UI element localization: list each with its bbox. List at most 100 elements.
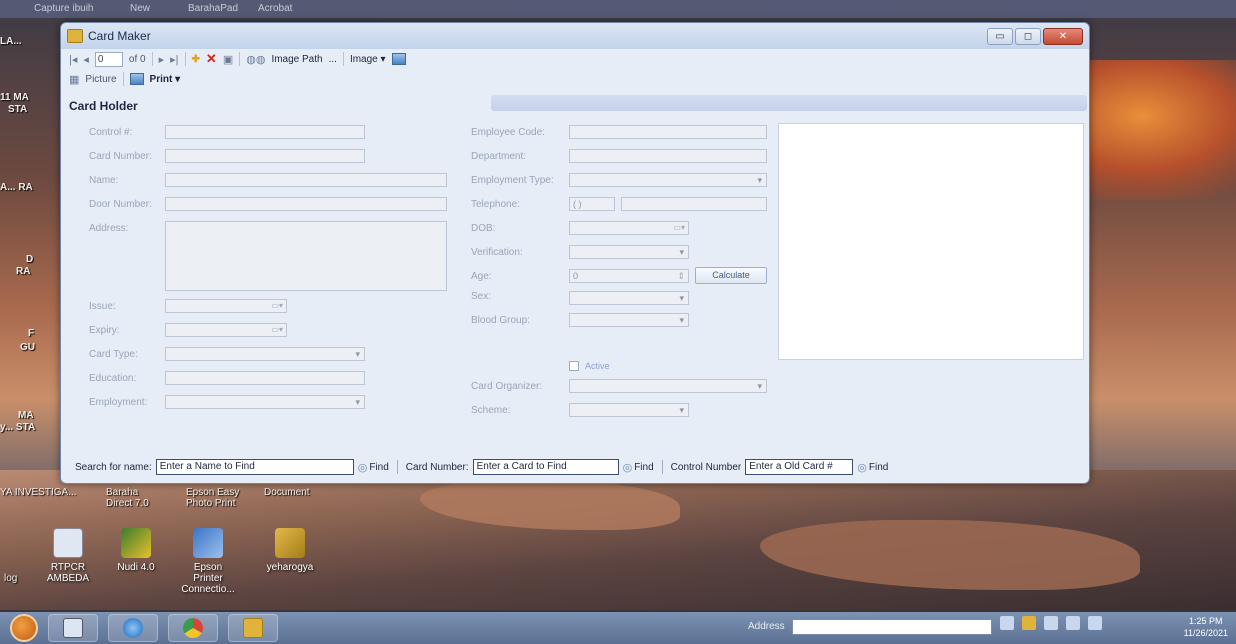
image-path-browse-button[interactable]: ...	[329, 54, 337, 65]
desktop-left-label: log	[4, 573, 18, 584]
print-button[interactable]: Print ▾	[150, 74, 181, 85]
search-card-label: Card Number:	[405, 461, 469, 473]
find-card-button[interactable]: ◎ Find	[623, 461, 654, 474]
tray-app-icon[interactable]	[1022, 616, 1036, 630]
desktop-icon-rtpcr[interactable]: RTPCR AMBEDA	[40, 528, 96, 584]
employee-code-field[interactable]	[569, 125, 767, 139]
desktop-icon-nudi[interactable]: Nudi 4.0	[108, 528, 164, 573]
photo-picture-box[interactable]	[778, 123, 1084, 360]
record-position-input[interactable]	[94, 51, 123, 67]
previous-record-button[interactable]: ◂	[83, 53, 89, 66]
address-toolbar-input[interactable]	[792, 619, 992, 635]
next-record-button[interactable]: ▸	[159, 53, 165, 66]
desktop-top-item[interactable]: Capture ibuih	[34, 3, 93, 14]
department-label: Department:	[471, 151, 527, 162]
card-maker-window: Card Maker ▭ ◻ ✕ |◂ ◂ of 0 ▸ ▸| ✚ ✕ ▣ ◍◍…	[60, 22, 1090, 484]
telephone-number-field[interactable]	[621, 197, 767, 211]
picture-button[interactable]: Picture	[85, 74, 116, 85]
desktop-row-label[interactable]: Document	[264, 487, 310, 498]
last-record-button[interactable]: ▸|	[170, 53, 178, 66]
binoculars-icon: ◎	[622, 461, 633, 474]
department-field[interactable]	[569, 149, 767, 163]
toolbar-separator	[184, 52, 186, 66]
desktop-left-label: STA	[8, 104, 28, 115]
address-field[interactable]	[165, 221, 447, 291]
desktop-row-label[interactable]: YA INVESTIGA...	[0, 487, 77, 498]
calculate-button[interactable]: Calculate	[695, 267, 767, 284]
close-button[interactable]: ✕	[1043, 27, 1083, 45]
card-organizer-label: Card Organizer:	[471, 381, 543, 392]
employment-type-dropdown[interactable]	[569, 173, 767, 187]
search-name-label: Search for name:	[75, 461, 152, 473]
taskbar-explorer[interactable]	[48, 614, 98, 642]
verification-label: Verification:	[471, 247, 523, 258]
active-checkbox[interactable]	[569, 361, 579, 371]
first-record-button[interactable]: |◂	[69, 53, 77, 66]
taskbar: Address 1:25 PM 11/26/2021	[0, 612, 1236, 644]
desktop-icon-folder[interactable]: yeharogya	[262, 528, 318, 573]
printer-icon	[193, 528, 223, 558]
image-view-icon[interactable]	[391, 53, 406, 65]
window-controls: ▭ ◻ ✕	[987, 27, 1083, 45]
print-icon	[129, 73, 144, 85]
title-bar[interactable]: Card Maker ▭ ◻ ✕	[61, 23, 1089, 49]
age-spinner[interactable]: 0	[569, 269, 689, 283]
nudi-icon	[121, 528, 151, 558]
employee-code-label: Employee Code:	[471, 127, 545, 138]
tray-go-icon[interactable]	[1000, 616, 1014, 630]
taskbar-ie[interactable]	[108, 614, 158, 642]
card-organizer-dropdown[interactable]	[569, 379, 767, 393]
system-tray	[1000, 616, 1102, 630]
dob-label: DOB:	[471, 223, 496, 234]
taskbar-card-maker[interactable]	[228, 614, 278, 642]
desktop-top-item[interactable]: New	[130, 3, 150, 14]
control-number-label: Control #:	[89, 127, 133, 138]
system-clock[interactable]: 1:25 PM 11/26/2021	[1184, 615, 1228, 639]
desktop-row-label[interactable]: Epson Easy Photo Print	[186, 487, 256, 509]
search-name-input[interactable]: Enter a Name to Find	[155, 459, 354, 475]
sex-dropdown[interactable]	[569, 291, 689, 305]
employment-label: Employment:	[89, 397, 148, 408]
issue-date-picker[interactable]	[165, 299, 287, 313]
search-control-input[interactable]: Enter a Old Card #	[745, 459, 854, 475]
start-button[interactable]	[10, 614, 38, 642]
card-number-label: Card Number:	[89, 151, 152, 162]
users-icon[interactable]: ◍◍	[246, 53, 265, 66]
search-control-label: Control Number	[670, 461, 742, 473]
search-card-input[interactable]: Enter a Card to Find	[472, 459, 619, 475]
desktop-row-labels: YA INVESTIGA... Baraha Direct 7.0 Epson …	[0, 487, 420, 509]
binoculars-icon: ◎	[357, 461, 368, 474]
expiry-date-picker[interactable]	[165, 323, 287, 337]
door-number-field[interactable]	[165, 197, 447, 211]
desktop-icon-label: RTPCR AMBEDA	[46, 562, 90, 584]
find-control-button[interactable]: ◎ Find	[857, 461, 888, 474]
tray-flag-icon[interactable]	[1066, 616, 1080, 630]
education-field[interactable]	[165, 371, 365, 385]
card-number-field[interactable]	[165, 149, 365, 163]
explorer-icon	[63, 618, 83, 638]
desktop-left-label: RA	[16, 266, 31, 277]
desktop-row-label[interactable]: Baraha Direct 7.0	[106, 487, 166, 509]
blood-group-dropdown[interactable]	[569, 313, 689, 327]
maximize-button[interactable]: ◻	[1015, 27, 1041, 45]
desktop-icon-epson[interactable]: Epson Printer Connectio...	[180, 528, 236, 595]
find-name-button[interactable]: ◎ Find	[358, 461, 389, 474]
image-dropdown[interactable]: Image ▾	[350, 54, 386, 65]
delete-record-icon[interactable]: ✕	[206, 51, 217, 67]
minimize-button[interactable]: ▭	[987, 27, 1013, 45]
card-type-dropdown[interactable]	[165, 347, 365, 361]
desktop-top-item[interactable]: BarahaPad	[188, 3, 238, 14]
telephone-area-field[interactable]: ( )	[569, 197, 615, 211]
desktop-top-item[interactable]: Acrobat	[258, 3, 292, 14]
dob-date-picker[interactable]	[569, 221, 689, 235]
add-record-icon[interactable]: ✚	[192, 54, 200, 65]
taskbar-chrome[interactable]	[168, 614, 218, 642]
scheme-dropdown[interactable]	[569, 403, 689, 417]
tray-network-icon[interactable]	[1044, 616, 1058, 630]
control-number-field[interactable]	[165, 125, 365, 139]
verification-dropdown[interactable]	[569, 245, 689, 259]
volume-icon[interactable]	[1088, 616, 1102, 630]
employment-dropdown[interactable]	[165, 395, 365, 409]
save-icon[interactable]: ▣	[223, 53, 233, 66]
name-field[interactable]	[165, 173, 447, 187]
